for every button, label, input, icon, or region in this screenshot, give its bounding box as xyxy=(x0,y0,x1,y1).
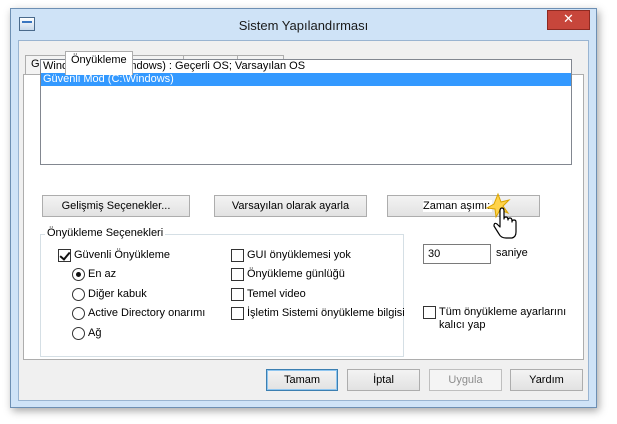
safe-boot-label: Güvenli Önyükleme xyxy=(74,249,170,261)
radio-ad-repair-label: Active Directory onarımı xyxy=(88,307,206,319)
radio-minimal[interactable]: En az xyxy=(72,267,222,281)
radio-minimal-label: En az xyxy=(88,268,117,280)
advanced-options-button[interactable]: Gelişmiş Seçenekler... xyxy=(42,195,190,217)
checkbox-icon xyxy=(231,249,244,262)
timeout-unit-label: saniye xyxy=(496,247,528,259)
help-button[interactable]: Yardım xyxy=(510,369,583,391)
ok-button[interactable]: Tamam xyxy=(266,369,338,391)
cancel-button[interactable]: İptal xyxy=(347,369,420,391)
checkbox-icon xyxy=(423,306,436,319)
no-gui-boot-checkbox[interactable]: GUI önyüklemesi yok xyxy=(231,248,396,262)
radio-icon xyxy=(72,288,85,301)
system-configuration-window: Sistem Yapılandırması ✕ Genel Önyükleme … xyxy=(10,8,597,408)
apply-button[interactable]: Uygula xyxy=(429,369,502,391)
radio-icon xyxy=(72,327,85,340)
title-bar[interactable]: Sistem Yapılandırması ✕ xyxy=(11,9,596,41)
tab-boot[interactable]: Önyükleme xyxy=(65,51,133,75)
timeout-input[interactable]: 30 xyxy=(423,244,491,264)
set-default-button[interactable]: Varsayılan olarak ayarla xyxy=(214,195,367,217)
checkbox-icon xyxy=(58,249,71,262)
base-video-label: Temel video xyxy=(247,288,306,300)
no-gui-boot-label: GUI önyüklemesi yok xyxy=(247,249,351,261)
os-boot-info-checkbox[interactable]: İşletim Sistemi önyükleme bilgisi xyxy=(231,306,405,320)
radio-alternate-shell[interactable]: Diğer kabuk xyxy=(72,287,222,301)
radio-icon xyxy=(72,268,85,281)
radio-icon xyxy=(72,307,85,320)
checkbox-icon xyxy=(231,288,244,301)
timeout-label: Zaman aşımı: xyxy=(423,200,493,212)
radio-ad-repair[interactable]: Active Directory onarımı xyxy=(72,306,232,320)
boot-log-label: Önyükleme günlüğü xyxy=(247,268,345,280)
radio-network-label: Ağ xyxy=(88,327,102,339)
persist-settings-label: Tüm önyükleme ayarlarını kalıcı yap xyxy=(439,306,567,331)
radio-network[interactable]: Ağ xyxy=(72,326,222,340)
radio-alternate-shell-label: Diğer kabuk xyxy=(88,288,147,300)
close-button[interactable]: ✕ xyxy=(547,10,590,30)
window-title: Sistem Yapılandırması xyxy=(238,18,369,33)
boot-log-checkbox[interactable]: Önyükleme günlüğü xyxy=(231,267,396,281)
hand-cursor-icon xyxy=(485,192,517,239)
safe-boot-checkbox[interactable]: Güvenli Önyükleme xyxy=(58,248,208,262)
checkbox-icon xyxy=(231,307,244,320)
os-boot-info-label: İşletim Sistemi önyükleme bilgisi xyxy=(247,307,405,319)
checkbox-icon xyxy=(231,268,244,281)
boot-options-title: Önyükleme Seçenekleri xyxy=(45,227,166,239)
base-video-checkbox[interactable]: Temel video xyxy=(231,287,396,301)
